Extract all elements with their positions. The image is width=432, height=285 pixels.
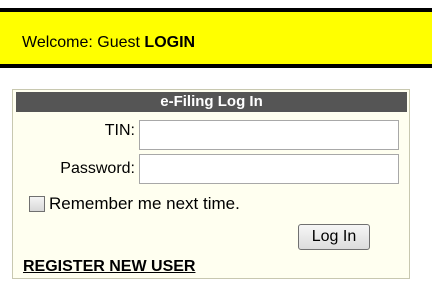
- efiling-login-panel: e-Filing Log In TIN: Password: Remember …: [12, 89, 410, 279]
- password-label: Password:: [60, 160, 135, 177]
- welcome-message: Welcome: Guest LOGIN: [22, 34, 195, 52]
- remember-me-checkbox[interactable]: [29, 196, 45, 212]
- password-input[interactable]: [139, 154, 399, 184]
- welcome-prefix: Welcome: Guest: [22, 34, 145, 51]
- login-link[interactable]: LOGIN: [144, 34, 195, 51]
- remember-me-label: Remember me next time.: [49, 194, 240, 213]
- panel-title: e-Filing Log In: [16, 92, 407, 112]
- log-in-button[interactable]: Log In: [298, 224, 370, 250]
- tin-label: TIN:: [104, 122, 135, 139]
- welcome-bar: Welcome: Guest LOGIN: [0, 8, 432, 68]
- register-new-user-link[interactable]: REGISTER NEW USER: [23, 258, 195, 276]
- remember-me-row: Remember me next time.: [29, 194, 240, 214]
- tin-input[interactable]: [139, 120, 399, 150]
